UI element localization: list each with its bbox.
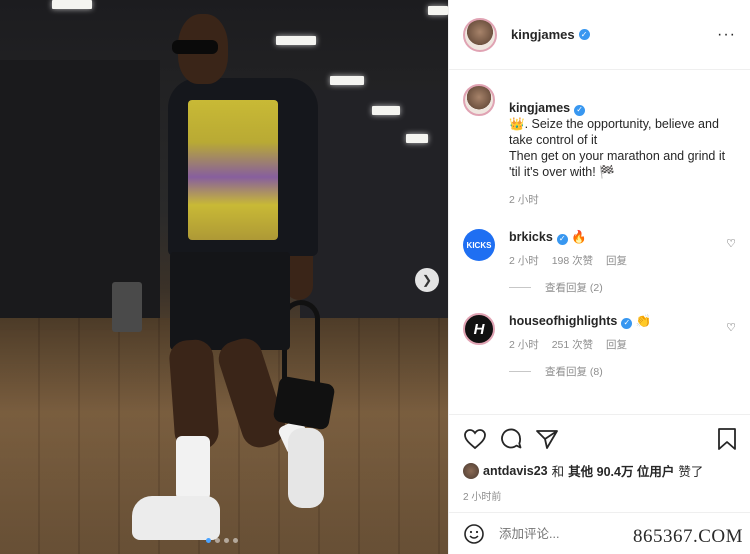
left-leg: [168, 338, 220, 452]
view-replies[interactable]: 查看回复 (2): [509, 280, 718, 295]
share-icon[interactable]: [535, 428, 559, 450]
verified-icon: ✓: [556, 233, 568, 245]
divider: [509, 371, 531, 372]
avatar[interactable]: [463, 84, 495, 116]
post-sidebar: kingjames ✓ ··· kingjames ✓ 👑. Seize the …: [448, 0, 750, 554]
carousel-dot: [215, 538, 220, 543]
instagram-post: ❯ kingjames ✓ ··· kingjames ✓ 👑. Seize th…: [0, 0, 750, 554]
caption-username[interactable]: kingjames: [509, 101, 570, 115]
ceiling-light: [276, 36, 316, 45]
comment-icon[interactable]: [499, 427, 523, 451]
comment-text: 🔥: [571, 230, 587, 244]
chevron-right-icon[interactable]: ❯: [415, 268, 439, 292]
sunglasses: [172, 40, 218, 54]
reply-link[interactable]: 回复: [606, 255, 627, 267]
view-replies-label[interactable]: 查看回复 (2): [545, 280, 603, 295]
heart-icon[interactable]: ♡: [726, 321, 736, 334]
comment-input[interactable]: [499, 526, 629, 541]
view-replies-label[interactable]: 查看回复 (8): [545, 364, 603, 379]
avatar[interactable]: [463, 17, 497, 52]
view-replies[interactable]: 查看回复 (8): [509, 364, 718, 379]
ceiling-light: [330, 76, 364, 85]
action-bar: antdavis23 和 其他 90.4万 位用户 赞了 2 小时前: [449, 414, 750, 503]
verified-icon: ✓: [621, 317, 633, 329]
avatar[interactable]: [463, 462, 479, 479]
carousel-dot: [233, 538, 238, 543]
ceiling-light: [428, 6, 448, 15]
comment-username[interactable]: houseofhighlights: [509, 314, 617, 328]
black-shorts: [170, 252, 290, 350]
likes-summary: antdavis23 和 其他 90.4万 位用户 赞了: [463, 461, 737, 480]
header-username[interactable]: kingjames: [511, 27, 575, 42]
ceiling-light: [52, 0, 92, 9]
left-sneaker: [132, 496, 220, 540]
verified-icon: ✓: [578, 29, 590, 40]
more-icon[interactable]: ···: [717, 26, 736, 44]
emoji-icon[interactable]: [463, 523, 485, 545]
right-sneaker: [288, 428, 324, 508]
comment-time: 2 小时: [509, 255, 539, 267]
carousel-dots: [206, 538, 238, 543]
comment-likes[interactable]: 251 次赞: [552, 339, 593, 351]
caption: kingjames ✓ 👑. Seize the opportunity, bel…: [463, 84, 736, 207]
ceiling-light: [372, 106, 400, 115]
watermark: 865367.COM: [632, 526, 743, 547]
liker-username[interactable]: antdavis23: [483, 464, 548, 478]
comments-list: kingjames ✓ 👑. Seize the opportunity, bel…: [449, 70, 750, 379]
comment-time: 2 小时: [509, 339, 539, 351]
posted-time: 2 小时前: [463, 492, 502, 503]
comment-likes[interactable]: 198 次赞: [552, 255, 593, 267]
tshirt-graphic: [188, 100, 278, 240]
divider: [509, 287, 531, 288]
comment-text: 👏: [635, 314, 652, 328]
bookmark-icon[interactable]: [717, 427, 737, 451]
black-bag: [272, 375, 336, 431]
comment-item: H houseofhighlights ✓ 👏 2 小时 251 次赞 回复 查看…: [463, 313, 736, 379]
carousel-dot: [206, 538, 211, 543]
ceiling-light: [406, 134, 428, 143]
post-photo[interactable]: ❯: [0, 0, 448, 554]
comment-username[interactable]: brkicks: [509, 230, 553, 244]
avatar[interactable]: H: [463, 313, 495, 345]
likes-and: 和: [551, 465, 565, 479]
avatar[interactable]: KICKS: [463, 229, 495, 261]
likes-suffix: 赞了: [678, 465, 704, 479]
reply-link[interactable]: 回复: [606, 339, 627, 351]
heart-icon[interactable]: ♡: [726, 237, 736, 250]
left-sock: [176, 436, 210, 500]
trash-can: [112, 282, 142, 332]
caption-text: 👑. Seize the opportunity, believe and ta…: [509, 117, 726, 179]
heart-icon[interactable]: [463, 428, 487, 450]
post-header: kingjames ✓ ···: [449, 0, 750, 70]
carousel-dot: [224, 538, 229, 543]
comment-bar: 865367.COM: [449, 512, 750, 554]
others-count[interactable]: 其他 90.4万 位用户: [568, 461, 674, 480]
verified-icon: ✓: [574, 104, 586, 116]
comment-item: KICKS brkicks ✓ 🔥 2 小时 198 次赞 回复 查看回复 (2): [463, 229, 736, 295]
caption-time: 2 小时: [509, 194, 539, 206]
